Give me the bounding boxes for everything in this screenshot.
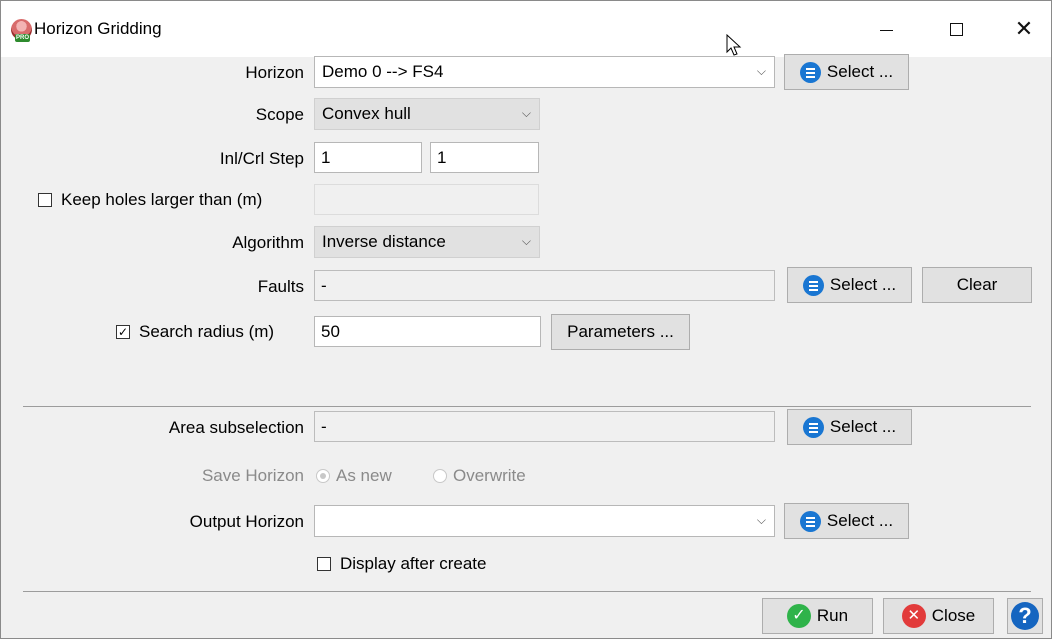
output-select-label: Select ... — [826, 511, 894, 530]
save-overwrite-radio[interactable]: Overwrite — [433, 466, 526, 486]
faults-select-label: Select ... — [829, 275, 897, 294]
radio-unselected-icon — [433, 469, 447, 483]
separator — [23, 406, 1031, 407]
maximize-button[interactable] — [933, 1, 979, 57]
scope-dropdown[interactable]: Convex hull ⌵ — [314, 98, 540, 130]
chevron-down-icon: ⌵ — [521, 106, 531, 120]
scope-value: Convex hull — [322, 104, 411, 123]
close-button[interactable]: ✕ Close — [883, 598, 994, 634]
title-bar[interactable]: PRO Horizon Gridding ✕ — [1, 1, 1051, 57]
area-select-button[interactable]: Select ... — [787, 409, 912, 445]
faults-label: Faults — [257, 277, 304, 296]
display-after-create-checkbox[interactable] — [317, 557, 331, 571]
area-field: - — [314, 411, 775, 442]
app-logo-icon: PRO — [11, 19, 32, 42]
faults-select-button[interactable]: Select ... — [787, 267, 912, 303]
close-label: Close — [931, 606, 976, 625]
close-circle-icon: ✕ — [901, 604, 926, 628]
list-icon — [802, 416, 824, 438]
list-icon — [799, 510, 821, 532]
keep-holes-input[interactable] — [314, 184, 539, 215]
algorithm-value: Inverse distance — [322, 232, 446, 251]
save-as-new-label: As new — [336, 466, 392, 485]
inline-step-input[interactable]: 1 — [314, 142, 422, 173]
run-check-icon: ✓ — [786, 604, 811, 628]
run-button[interactable]: ✓ Run — [762, 598, 873, 634]
run-label: Run — [816, 606, 849, 625]
mouse-cursor-icon — [726, 34, 742, 56]
list-icon — [799, 61, 821, 83]
area-label: Area subselection — [168, 418, 304, 437]
minimize-button[interactable] — [863, 1, 909, 57]
algorithm-dropdown[interactable]: Inverse distance ⌵ — [314, 226, 540, 258]
algorithm-label: Algorithm — [232, 233, 304, 252]
chevron-down-icon: ⌵ — [756, 64, 766, 78]
keep-holes-checkbox[interactable] — [38, 193, 52, 207]
output-horizon-dropdown[interactable]: ⌵ — [314, 505, 775, 537]
keep-holes-label: Keep holes larger than (m) — [61, 190, 263, 209]
horizon-gridding-window: PRO Horizon Gridding ✕ Horizon Demo 0 --… — [0, 0, 1052, 639]
search-radius-input[interactable]: 50 — [314, 316, 541, 347]
display-after-create-label: Display after create — [340, 554, 487, 573]
save-horizon-label: Save Horizon — [201, 466, 304, 485]
step-label: Inl/Crl Step — [219, 149, 304, 168]
footer-separator — [23, 591, 1031, 592]
horizon-label: Horizon — [245, 63, 304, 82]
chevron-down-icon: ⌵ — [521, 234, 531, 248]
list-icon — [802, 274, 824, 296]
horizon-select-label: Select ... — [826, 62, 894, 81]
maximize-icon — [949, 22, 963, 36]
area-select-label: Select ... — [829, 417, 897, 436]
window-title: Horizon Gridding — [34, 19, 162, 38]
output-horizon-label: Output Horizon — [189, 512, 304, 531]
window-close-button[interactable]: ✕ — [1001, 1, 1047, 57]
output-select-button[interactable]: Select ... — [784, 503, 909, 539]
crossline-step-input[interactable]: 1 — [430, 142, 539, 173]
save-as-new-radio[interactable]: As new — [316, 466, 392, 486]
help-button[interactable]: ? — [1007, 598, 1043, 634]
help-icon: ? — [1011, 602, 1039, 630]
faults-clear-button[interactable]: Clear — [922, 267, 1032, 303]
horizon-value: Demo 0 --> FS4 — [322, 62, 444, 81]
faults-field: - — [314, 270, 775, 301]
save-overwrite-label: Overwrite — [453, 466, 526, 485]
horizon-select-button[interactable]: Select ... — [784, 54, 909, 90]
chevron-down-icon: ⌵ — [756, 513, 766, 527]
radio-selected-icon — [316, 469, 330, 483]
close-icon: ✕ — [1014, 16, 1034, 41]
search-radius-label: Search radius (m) — [139, 322, 275, 341]
minimize-icon — [879, 29, 893, 31]
scope-label: Scope — [255, 105, 304, 124]
parameters-button[interactable]: Parameters ... — [551, 314, 690, 350]
search-radius-checkbox[interactable]: ✓ — [116, 325, 130, 339]
horizon-dropdown[interactable]: Demo 0 --> FS4 ⌵ — [314, 56, 775, 88]
